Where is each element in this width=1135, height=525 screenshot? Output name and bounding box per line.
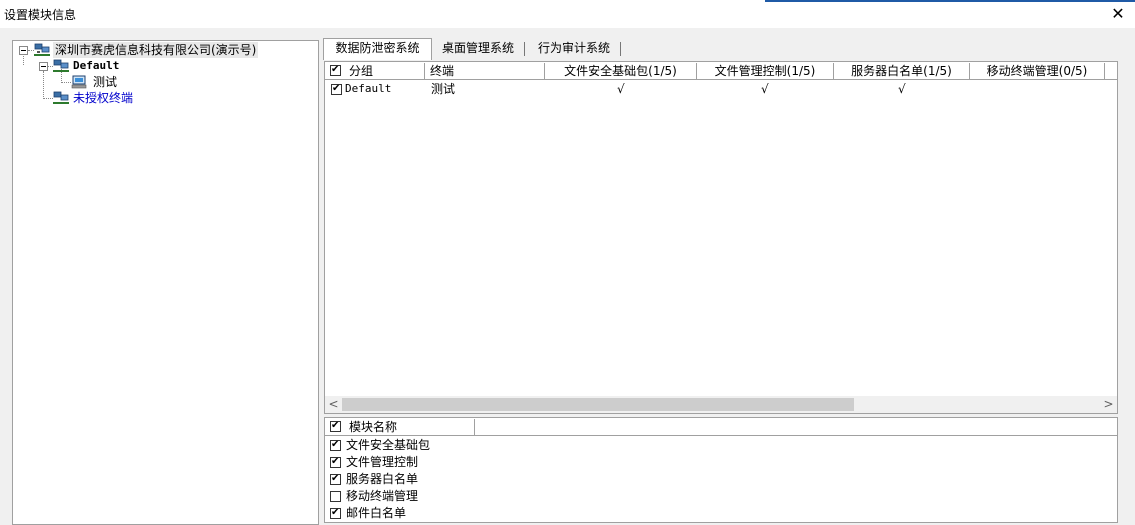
tab-desktop-management[interactable]: 桌面管理系统 [433,39,523,58]
title-accent-line [765,0,1135,2]
column-header-terminal[interactable]: 终端 [425,63,545,79]
tab-data-leak-prevention[interactable]: 数据防泄密系统 [323,38,432,60]
module-checkbox[interactable] [330,506,341,520]
network-computers-icon [53,59,69,72]
cell-server-whitelist: √ [898,82,906,96]
scroll-left-icon[interactable]: < [325,396,342,413]
grid-header: 分组 终端 文件安全基础包(1/5) 文件管理控制(1/5) 服务器白名单(1/… [325,63,1117,80]
cell-group: Default [345,82,392,95]
organization-tree[interactable]: 深圳市赛虎信息科技有限公司(演示号) Default 测试 未授权终端 [12,40,319,525]
title-bar: 设置模块信息 ✕ [0,0,1135,28]
tree-node-terminal[interactable]: 测试 [13,74,313,90]
column-header-server-whitelist[interactable]: 服务器白名单(1/5) [834,63,970,79]
collapse-icon[interactable] [39,62,48,71]
table-row[interactable]: Default 测试 √ √ √ [325,81,1117,97]
tree-label-default-group: Default [73,59,120,72]
module-checkbox[interactable] [330,491,341,502]
computer-monitor-icon [71,75,87,89]
column-header-file-control[interactable]: 文件管理控制(1/5) [697,63,834,79]
terminal-module-grid[interactable]: 分组 终端 文件安全基础包(1/5) 文件管理控制(1/5) 服务器白名单(1/… [324,61,1118,414]
column-header-mobile-terminal[interactable]: 移动终端管理(0/5) [970,63,1105,79]
tree-label-root: 深圳市赛虎信息科技有限公司(演示号) [53,42,259,58]
column-header-file-security[interactable]: 文件安全基础包(1/5) [545,63,697,79]
network-computers-icon [53,91,69,104]
select-all-checkbox[interactable] [330,63,341,77]
tree-label-terminal: 测试 [93,75,118,89]
tab-behavior-audit[interactable]: 行为审计系统 [529,39,619,58]
dialog-content: 深圳市赛虎信息科技有限公司(演示号) Default 测试 未授权终端 数据防泄… [0,28,1135,525]
tab-separator [620,42,621,56]
cell-file-security: √ [617,82,625,96]
module-checkbox[interactable] [330,438,341,452]
column-header-group[interactable]: 分组 [325,63,425,79]
close-button[interactable]: ✕ [1101,0,1135,28]
tree-node-root[interactable]: 深圳市赛虎信息科技有限公司(演示号) [13,42,313,58]
scroll-thumb[interactable] [342,398,854,411]
column-header-module-name[interactable]: 模块名称 [325,419,475,435]
cell-file-control: √ [761,82,769,96]
tab-separator [524,42,525,56]
scroll-right-icon[interactable]: > [1100,396,1117,413]
module-checkbox[interactable] [330,472,341,486]
network-computers-icon [34,43,50,56]
module-checkbox[interactable] [330,455,341,469]
collapse-icon[interactable] [19,46,28,55]
select-all-modules-checkbox[interactable] [330,419,341,433]
row-checkbox[interactable] [331,82,342,96]
horizontal-scrollbar[interactable]: < > [325,396,1117,413]
cell-terminal: 测试 [431,82,456,96]
window-title: 设置模块信息 [4,8,77,22]
tree-node-default-group[interactable]: Default [13,58,313,74]
tree-node-unauthorized[interactable]: 未授权终端 [13,90,313,106]
tree-label-unauthorized: 未授权终端 [73,91,134,105]
module-list-panel[interactable]: 模块名称 文件安全基础包 文件管理控制 服务器白名单 移动终端管理 邮件白名单 [324,417,1118,523]
module-list-header: 模块名称 [325,419,1117,436]
